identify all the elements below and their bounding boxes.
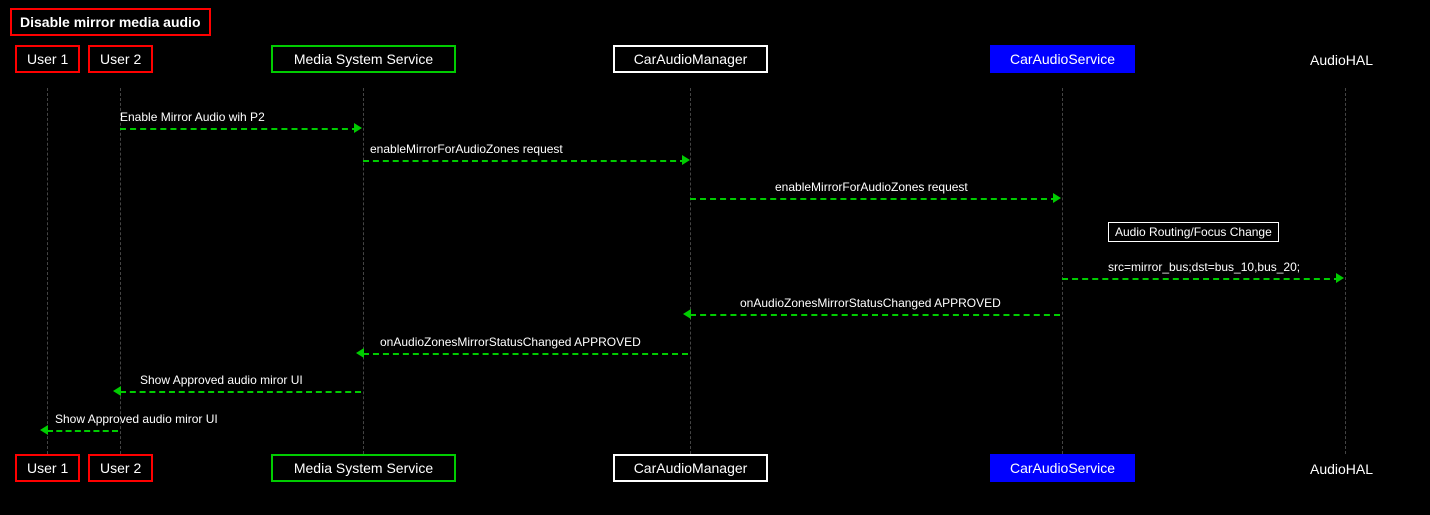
- msg-arrowhead-1: [354, 123, 362, 133]
- msg-label-7: onAudioZonesMirrorStatusChanged APPROVED: [380, 335, 641, 349]
- msg-arrow-7: [363, 353, 688, 355]
- lifeline-mss: [363, 88, 364, 454]
- msg-arrow-9: [47, 430, 118, 432]
- msg-arrowhead-2: [682, 155, 690, 165]
- actor-user1-top: User 1: [15, 45, 80, 73]
- lifeline-hal: [1345, 88, 1346, 454]
- actor-cas-bottom: CarAudioService: [990, 454, 1135, 482]
- msg-arrow-8: [120, 391, 361, 393]
- msg-label-8: Show Approved audio miror UI: [140, 373, 303, 387]
- actor-user2-top: User 2: [88, 45, 153, 73]
- msg-arrowhead-5: [1336, 273, 1344, 283]
- msg-label-2: enableMirrorForAudioZones request: [370, 142, 563, 156]
- msg-label-9: Show Approved audio miror UI: [55, 412, 218, 426]
- msg-arrowhead-8: [113, 386, 121, 396]
- msg-arrow-3: [690, 198, 1057, 200]
- actor-hal-bottom: AudioHAL: [1310, 461, 1373, 477]
- lifeline-user2: [120, 88, 121, 454]
- actor-cas-top: CarAudioService: [990, 45, 1135, 73]
- actor-hal-top: AudioHAL: [1310, 52, 1373, 68]
- lifeline-user1: [47, 88, 48, 454]
- actor-mss-top: Media System Service: [271, 45, 456, 73]
- diagram-title: Disable mirror media audio: [10, 8, 211, 36]
- actor-user1-bottom: User 1: [15, 454, 80, 482]
- actor-cam-top: CarAudioManager: [613, 45, 768, 73]
- msg-label-3: enableMirrorForAudioZones request: [775, 180, 968, 194]
- msg-label-1: Enable Mirror Audio wih P2: [120, 110, 265, 124]
- lifeline-cas: [1062, 88, 1063, 454]
- msg-label-6: onAudioZonesMirrorStatusChanged APPROVED: [740, 296, 1001, 310]
- diagram-container: Disable mirror media audio User 1 User 2…: [0, 0, 1430, 515]
- msg-arrow-2: [363, 160, 686, 162]
- actor-cam-bottom: CarAudioManager: [613, 454, 768, 482]
- actor-mss-bottom: Media System Service: [271, 454, 456, 482]
- msg-label-4: Audio Routing/Focus Change: [1108, 222, 1279, 242]
- msg-arrow-5: [1062, 278, 1340, 280]
- msg-arrowhead-6: [683, 309, 691, 319]
- msg-arrow-1: [120, 128, 358, 130]
- actor-user2-bottom: User 2: [88, 454, 153, 482]
- msg-label-5: src=mirror_bus;dst=bus_10,bus_20;: [1108, 260, 1300, 274]
- msg-arrowhead-7: [356, 348, 364, 358]
- msg-arrowhead-3: [1053, 193, 1061, 203]
- lifeline-cam: [690, 88, 691, 454]
- msg-arrow-6: [690, 314, 1060, 316]
- msg-arrowhead-9: [40, 425, 48, 435]
